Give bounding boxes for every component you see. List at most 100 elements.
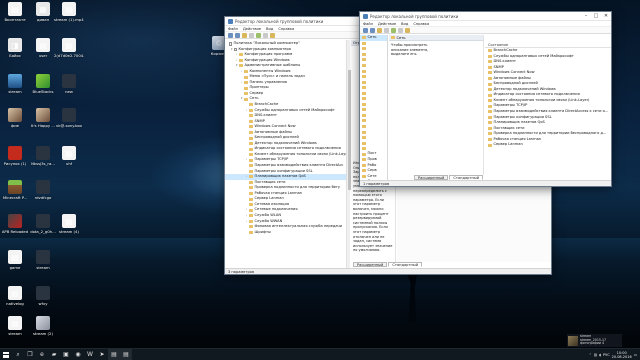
desktop-icon-user[interactable]: ▤ user <box>30 38 56 68</box>
desktop-icon-dota[interactable]: dota_2_g0h... <box>30 214 56 244</box>
desktop-icon-rdvd[interactable]: rdvdfcgo <box>30 180 56 210</box>
desktop-icon-battle[interactable]: ◨ Байос <box>2 38 28 68</box>
desktop-icon-file2[interactable]: ▤ 2(d7d0e2.7004.sfk <box>54 38 84 68</box>
task-view-icon[interactable]: ❐ <box>24 349 36 360</box>
left-tree-pane: Политика "Локальный компьютер" ▾ Конфигура… <box>225 40 350 268</box>
folder-up-icon[interactable] <box>242 32 247 38</box>
desktop-icon-label: Рисунок (1) <box>3 162 27 166</box>
help-icon[interactable] <box>263 32 268 38</box>
desktop-icon-stream1[interactable]: ▤ stream (1).mp4.sfk <box>54 2 84 32</box>
desktop-icon-vfs[interactable]: wfxy <box>30 286 56 316</box>
happy-icon <box>36 108 50 122</box>
language-indicator[interactable]: РУС <box>603 353 610 357</box>
list-item[interactable]: Сервер Lanman <box>485 142 611 148</box>
folder-icon <box>488 54 492 58</box>
minimize-button[interactable]: – <box>581 12 591 21</box>
tab-extended[interactable]: Расширенный <box>353 262 388 267</box>
export-list-icon[interactable] <box>391 27 396 33</box>
word-icon[interactable]: W <box>84 349 96 360</box>
menu-view[interactable]: Вид <box>401 22 408 26</box>
forward-icon[interactable] <box>370 27 375 33</box>
explorer-icon[interactable]: ▰ <box>48 349 60 360</box>
menu-help[interactable]: Справка <box>278 27 294 31</box>
tray-chevron-icon[interactable]: ⌃ <box>589 353 592 357</box>
desktop-icon-ris[interactable]: Рисунок (1) <box>2 146 28 176</box>
maximize-button[interactable]: □ <box>591 12 601 21</box>
show-hide-tree-icon[interactable] <box>384 27 389 33</box>
stream5-icon <box>36 250 50 264</box>
desktop-icon-label: stream <box>8 332 22 336</box>
close-button[interactable]: ✕ <box>601 12 611 21</box>
desktop-icon-label: vk@.sony.box <box>56 124 82 128</box>
action-center-icon[interactable]: ▭ <box>634 353 637 357</box>
desktop-icon-game[interactable]: ▤ game <box>2 250 28 280</box>
desktop-icon-nativelog[interactable]: ▤ nativelog <box>2 286 28 316</box>
forward-icon[interactable] <box>235 32 240 38</box>
desktop-icon-stream2[interactable]: stream <box>2 74 28 104</box>
notification-toast[interactable]: stream stream_2015-17 фотографии 4 <box>567 334 622 347</box>
desktop-icon-stream5[interactable]: stream <box>30 250 56 280</box>
desktop-icon-new[interactable]: new <box>56 74 82 104</box>
export-list-icon[interactable] <box>256 32 261 38</box>
policy-icon <box>229 41 232 46</box>
folder-icon <box>249 142 253 146</box>
tree-node[interactable]: Шрифты <box>225 230 349 236</box>
edge-icon[interactable]: e <box>36 349 48 360</box>
vfs-icon <box>36 286 50 300</box>
desktop-icon-stream4[interactable]: ▤ stream (4) <box>56 214 82 244</box>
filter-icon[interactable] <box>405 27 410 33</box>
desktop-icon-happy[interactable]: It's Happy ... <box>30 108 56 138</box>
folder-icon <box>244 97 248 101</box>
desktop-icon-music[interactable]: ▦ диван <box>30 2 56 32</box>
desktop-icon-minecraft[interactable]: Minecraft P... <box>2 180 28 210</box>
back-icon[interactable] <box>363 27 368 33</box>
folder-icon <box>488 93 492 97</box>
desktop-icon-stream6[interactable]: ▤ stream <box>2 316 28 346</box>
start-button[interactable] <box>0 349 12 360</box>
menu-file[interactable]: Файл <box>363 22 373 26</box>
network-icon[interactable]: ▥ <box>594 353 597 357</box>
folder-icon <box>244 92 248 96</box>
menu-view[interactable]: Вид <box>266 27 273 31</box>
desktop-icon-bluestacks[interactable]: BlueStacks <box>30 74 56 104</box>
show-hide-tree-icon[interactable] <box>249 32 254 38</box>
tab-standard[interactable]: Стандартный <box>388 262 423 267</box>
back-icon[interactable] <box>228 32 233 38</box>
desktop-icon-vkpng[interactable]: vk@.sony.box <box>56 108 82 138</box>
desktop-icon-nkss[interactable]: Nkssj3s_ra... <box>30 146 56 176</box>
help-icon[interactable] <box>398 27 403 33</box>
menu-action[interactable]: Действие <box>378 22 396 26</box>
filter-icon[interactable] <box>270 32 275 38</box>
status-bar: 3 параметров <box>225 268 551 274</box>
folder-icon <box>249 136 253 140</box>
folder-up-icon[interactable] <box>377 27 382 33</box>
desktop-icon-uhf[interactable]: ▤ uhf <box>56 146 82 176</box>
folder-icon <box>362 58 366 62</box>
desktop-icon-stream7[interactable]: stream (2) <box>30 316 56 346</box>
vkpng-icon <box>62 108 76 122</box>
desktop-icon-wow[interactable]: фие <box>2 108 28 138</box>
folder-icon <box>362 97 366 101</box>
folder-icon <box>244 70 248 73</box>
desc-text: Чтобы просмотреть описание элемента, выд… <box>391 43 429 57</box>
gpedit-icon-2[interactable]: ▤ <box>120 348 132 360</box>
menu-file[interactable]: Файл <box>228 27 238 31</box>
gpedit-icon[interactable]: ▤ <box>108 348 120 360</box>
title-bar[interactable]: Редактор локальной групповой политики – … <box>360 12 611 21</box>
tree-node-label: Сеть <box>367 35 377 39</box>
desktop-icon-label: new <box>65 90 73 94</box>
folder-icon <box>249 153 253 157</box>
left-tree-scrollbar[interactable] <box>346 40 351 268</box>
folder-icon <box>488 121 492 125</box>
desktop-icon-apb[interactable]: APB Reloaded <box>2 214 28 244</box>
clock[interactable]: 10:00 20.08.2016 <box>612 351 632 359</box>
search-icon[interactable]: ⌕ <box>12 349 24 360</box>
desktop-icon-vk[interactable]: ▤ Вконтакте <box>2 2 28 32</box>
right-tree-pane: СетьПостПровРабоСервСетеСетеСлужСлуж <box>360 35 388 182</box>
menu-help[interactable]: Справка <box>413 22 429 26</box>
volume-icon[interactable]: ◖ <box>599 353 601 357</box>
store-icon[interactable]: ▣ <box>60 349 72 360</box>
chrome-icon[interactable]: ◉ <box>72 349 84 360</box>
telegram-icon[interactable]: ➤ <box>96 349 108 360</box>
menu-action[interactable]: Действие <box>243 27 261 31</box>
